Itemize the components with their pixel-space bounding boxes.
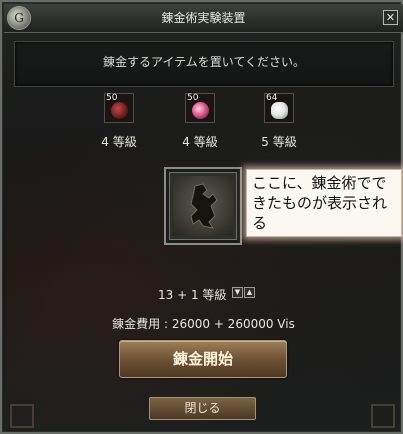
pink-gem-icon (192, 102, 209, 119)
alchemy-window: G 錬金術実験装置 ✕ 錬金するアイテムを置いてください。 50 4 等級 50… (0, 0, 403, 434)
instruction-message: 錬金するアイテムを置いてください。 (102, 55, 306, 69)
close-icon[interactable]: ✕ (383, 10, 398, 25)
annotation-text: ここに、錬金術でできたものが表示される (252, 174, 388, 232)
window-title: 錬金術実験装置 (161, 11, 246, 25)
close-button[interactable]: 閉じる (149, 397, 256, 420)
ingredient-count: 50 (106, 93, 118, 103)
ingredient-grade: 4 等級 (182, 135, 218, 149)
ingredient-count: 64 (266, 93, 278, 103)
result-slot[interactable] (164, 167, 242, 245)
start-alchemy-button[interactable]: 錬金開始 (119, 340, 287, 378)
red-gem-icon (111, 102, 128, 119)
message-panel: 錬金するアイテムを置いてください。 (14, 41, 394, 87)
alchemy-cost: 錬金費用 : 26000 + 260000 Vis (112, 317, 295, 331)
grade-up-button[interactable]: ▲ (244, 287, 255, 298)
ingredient-count: 50 (187, 93, 199, 103)
ingredient-grade: 4 等級 (101, 135, 137, 149)
grade-down-button[interactable]: ▼ (232, 287, 243, 298)
ingredient-grade: 5 等級 (261, 135, 297, 149)
annotation-note: ここに、錬金術でできたものが表示される (246, 169, 402, 237)
ingredient-slot-1[interactable]: 50 (104, 93, 134, 123)
lion-emblem-icon (173, 176, 233, 236)
result-grade: 13 + 1 等級 (158, 288, 227, 302)
corner-ornament-right (371, 404, 395, 428)
corner-ornament-left (10, 404, 34, 428)
ingredient-slot-3[interactable]: 64 (264, 93, 294, 123)
white-flower-icon (271, 102, 288, 119)
title-bar[interactable]: G 錬金術実験装置 ✕ (4, 4, 403, 33)
ingredient-slot-2[interactable]: 50 (185, 93, 215, 123)
